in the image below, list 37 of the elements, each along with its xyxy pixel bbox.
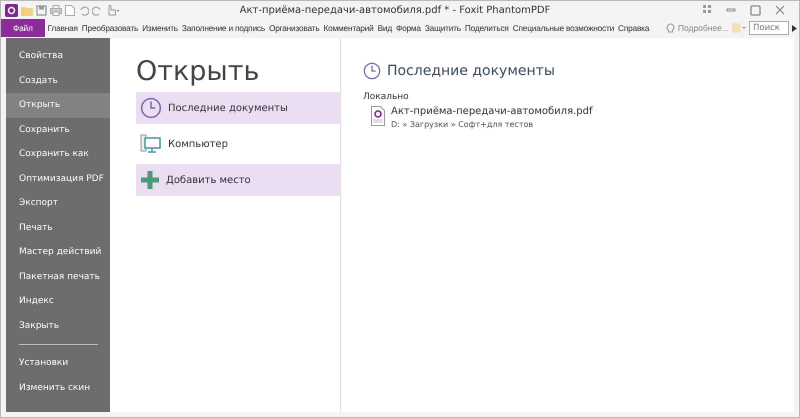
menu-tab[interactable]: Специальные возможности: [510, 19, 616, 37]
sidebar-item[interactable]: Экспорт: [6, 191, 110, 216]
sidebar-item[interactable]: Создать: [6, 68, 110, 93]
sidebar-item[interactable]: Печать: [6, 216, 110, 240]
menu-tab[interactable]: Вид: [376, 19, 394, 37]
sidebar-item[interactable]: Свойства: [6, 44, 110, 68]
place-item[interactable]: Последние документы: [136, 92, 340, 124]
menu-tab[interactable]: Защитить: [422, 19, 463, 37]
sidebar-item[interactable]: Изменить скин: [6, 376, 110, 400]
menu-tab[interactable]: Файл: [1, 19, 45, 37]
sidebar-item[interactable]: Мастер действий: [6, 240, 110, 264]
menu-tab[interactable]: Форма: [394, 19, 423, 37]
menu-tab[interactable]: Организовать: [266, 19, 322, 37]
menu-tab[interactable]: Справка: [616, 19, 652, 37]
window-title: Акт-приёма-передачи-автомобиля.pdf * - Foxit PhantomPDF: [238, 4, 552, 16]
group-label: Локально: [363, 92, 410, 102]
sidebar-item[interactable]: Индекс: [6, 289, 110, 314]
page-title: Открыть: [136, 56, 260, 87]
sidebar-item[interactable]: Сохранить: [6, 118, 110, 142]
place-item[interactable]: Добавить место: [136, 164, 340, 196]
sidebar-item[interactable]: Сохранить как: [6, 142, 110, 166]
menu-tab[interactable]: Комментарий: [322, 19, 376, 37]
section-heading: Последние документы: [387, 63, 555, 79]
sidebar-item[interactable]: Открыть: [6, 93, 110, 118]
file-name[interactable]: Акт-приёма-передачи-автомобиля.pdf: [391, 106, 592, 117]
place-item[interactable]: Компьютер: [136, 124, 340, 164]
search-field[interactable]: Поиск: [749, 21, 789, 35]
menu-tab[interactable]: Поделиться: [462, 19, 511, 37]
sidebar-item[interactable]: Установки: [6, 351, 110, 376]
menu-tab[interactable]: Изменить: [140, 19, 180, 37]
menu-tab[interactable]: Преобразовать: [80, 19, 140, 37]
sidebar-item[interactable]: Пакетная печать: [6, 264, 110, 289]
sidebar-item[interactable]: Закрыть: [6, 314, 110, 338]
menu-tab[interactable]: Заполнение и подпись: [180, 19, 267, 37]
sidebar-item[interactable]: Оптимизация PDF: [6, 166, 110, 191]
file-path: D: » Загрузки » Софт+для тестов: [391, 120, 534, 129]
menu-tab[interactable]: Главная: [46, 19, 80, 37]
